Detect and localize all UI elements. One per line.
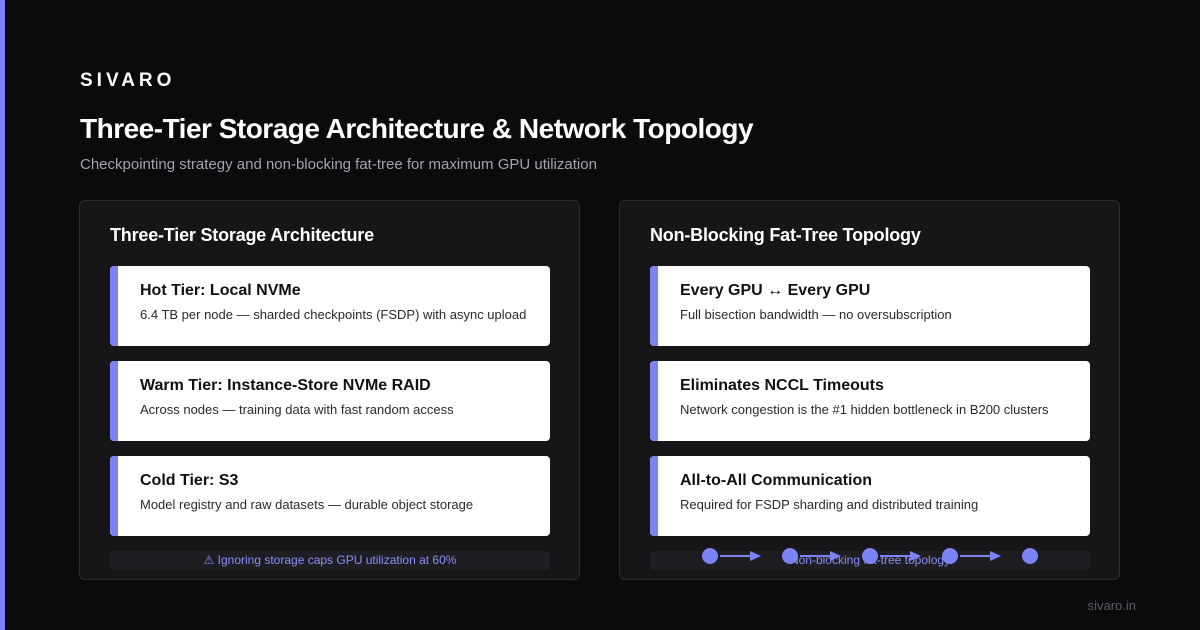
- card-title: Hot Tier: Local NVMe: [140, 282, 301, 299]
- topology-diagram: [702, 548, 1038, 564]
- arrow-head-icon: [990, 551, 1001, 561]
- topology-node: [782, 548, 798, 564]
- card-title: Cold Tier: S3: [140, 472, 239, 489]
- topology-node: [1022, 548, 1038, 564]
- card-title: All-to-All Communication: [680, 472, 872, 489]
- page-subtitle: Checkpointing strategy and non-blocking …: [80, 156, 597, 173]
- topology-node: [862, 548, 878, 564]
- cold-tier-card: Cold Tier: S3 Model registry and raw dat…: [110, 456, 550, 536]
- storage-panel: Three-Tier Storage Architecture Hot Tier…: [79, 200, 580, 580]
- hot-tier-card: Hot Tier: Local NVMe 6.4 TB per node — s…: [110, 266, 550, 346]
- card-description: 6.4 TB per node — sharded checkpoints (F…: [140, 307, 527, 322]
- card-title: Every GPU ↔ Every GPU: [680, 282, 871, 299]
- page-title: Three-Tier Storage Architecture & Networ…: [80, 113, 754, 144]
- card-accent-stripe: [650, 456, 658, 536]
- gpu-to-gpu-card: Every GPU ↔ Every GPU Full bisection ban…: [650, 266, 1090, 346]
- left-accent-bar: [0, 0, 5, 630]
- card-description: Network congestion is the #1 hidden bott…: [680, 402, 1049, 417]
- card-accent-stripe: [110, 266, 118, 346]
- site-url: sivaro.in: [1087, 598, 1136, 613]
- nccl-timeouts-card: Eliminates NCCL Timeouts Network congest…: [650, 361, 1090, 441]
- arrow-head-icon: [830, 551, 841, 561]
- brand-logo-text: SIVARO: [80, 70, 176, 91]
- storage-warning-strip: ⚠ Ignoring storage caps GPU utilization …: [110, 551, 550, 570]
- card-accent-stripe: [110, 361, 118, 441]
- topology-node: [702, 548, 718, 564]
- card-description: Across nodes — training data with fast r…: [140, 402, 454, 417]
- storage-warning-text: ⚠ Ignoring storage caps GPU utilization …: [203, 553, 457, 567]
- network-panel: Non-Blocking Fat-Tree Topology Every GPU…: [619, 200, 1120, 580]
- network-panel-title: Non-Blocking Fat-Tree Topology: [650, 225, 921, 245]
- card-description: Model registry and raw datasets — durabl…: [140, 497, 474, 512]
- arrow-head-icon: [910, 551, 921, 561]
- warm-tier-card: Warm Tier: Instance-Store NVMe RAID Acro…: [110, 361, 550, 441]
- topology-strip: Non-blocking fat-tree topology: [650, 548, 1090, 570]
- card-description: Full bisection bandwidth — no oversubscr…: [680, 307, 952, 322]
- arrow-head-icon: [750, 551, 761, 561]
- card-accent-stripe: [110, 456, 118, 536]
- card-description: Required for FSDP sharding and distribut…: [680, 497, 979, 512]
- card-accent-stripe: [650, 361, 658, 441]
- storage-panel-title: Three-Tier Storage Architecture: [110, 225, 374, 245]
- card-accent-stripe: [650, 266, 658, 346]
- card-title: Eliminates NCCL Timeouts: [680, 377, 884, 394]
- all-to-all-card: All-to-All Communication Required for FS…: [650, 456, 1090, 536]
- card-title: Warm Tier: Instance-Store NVMe RAID: [140, 377, 431, 394]
- topology-node: [942, 548, 958, 564]
